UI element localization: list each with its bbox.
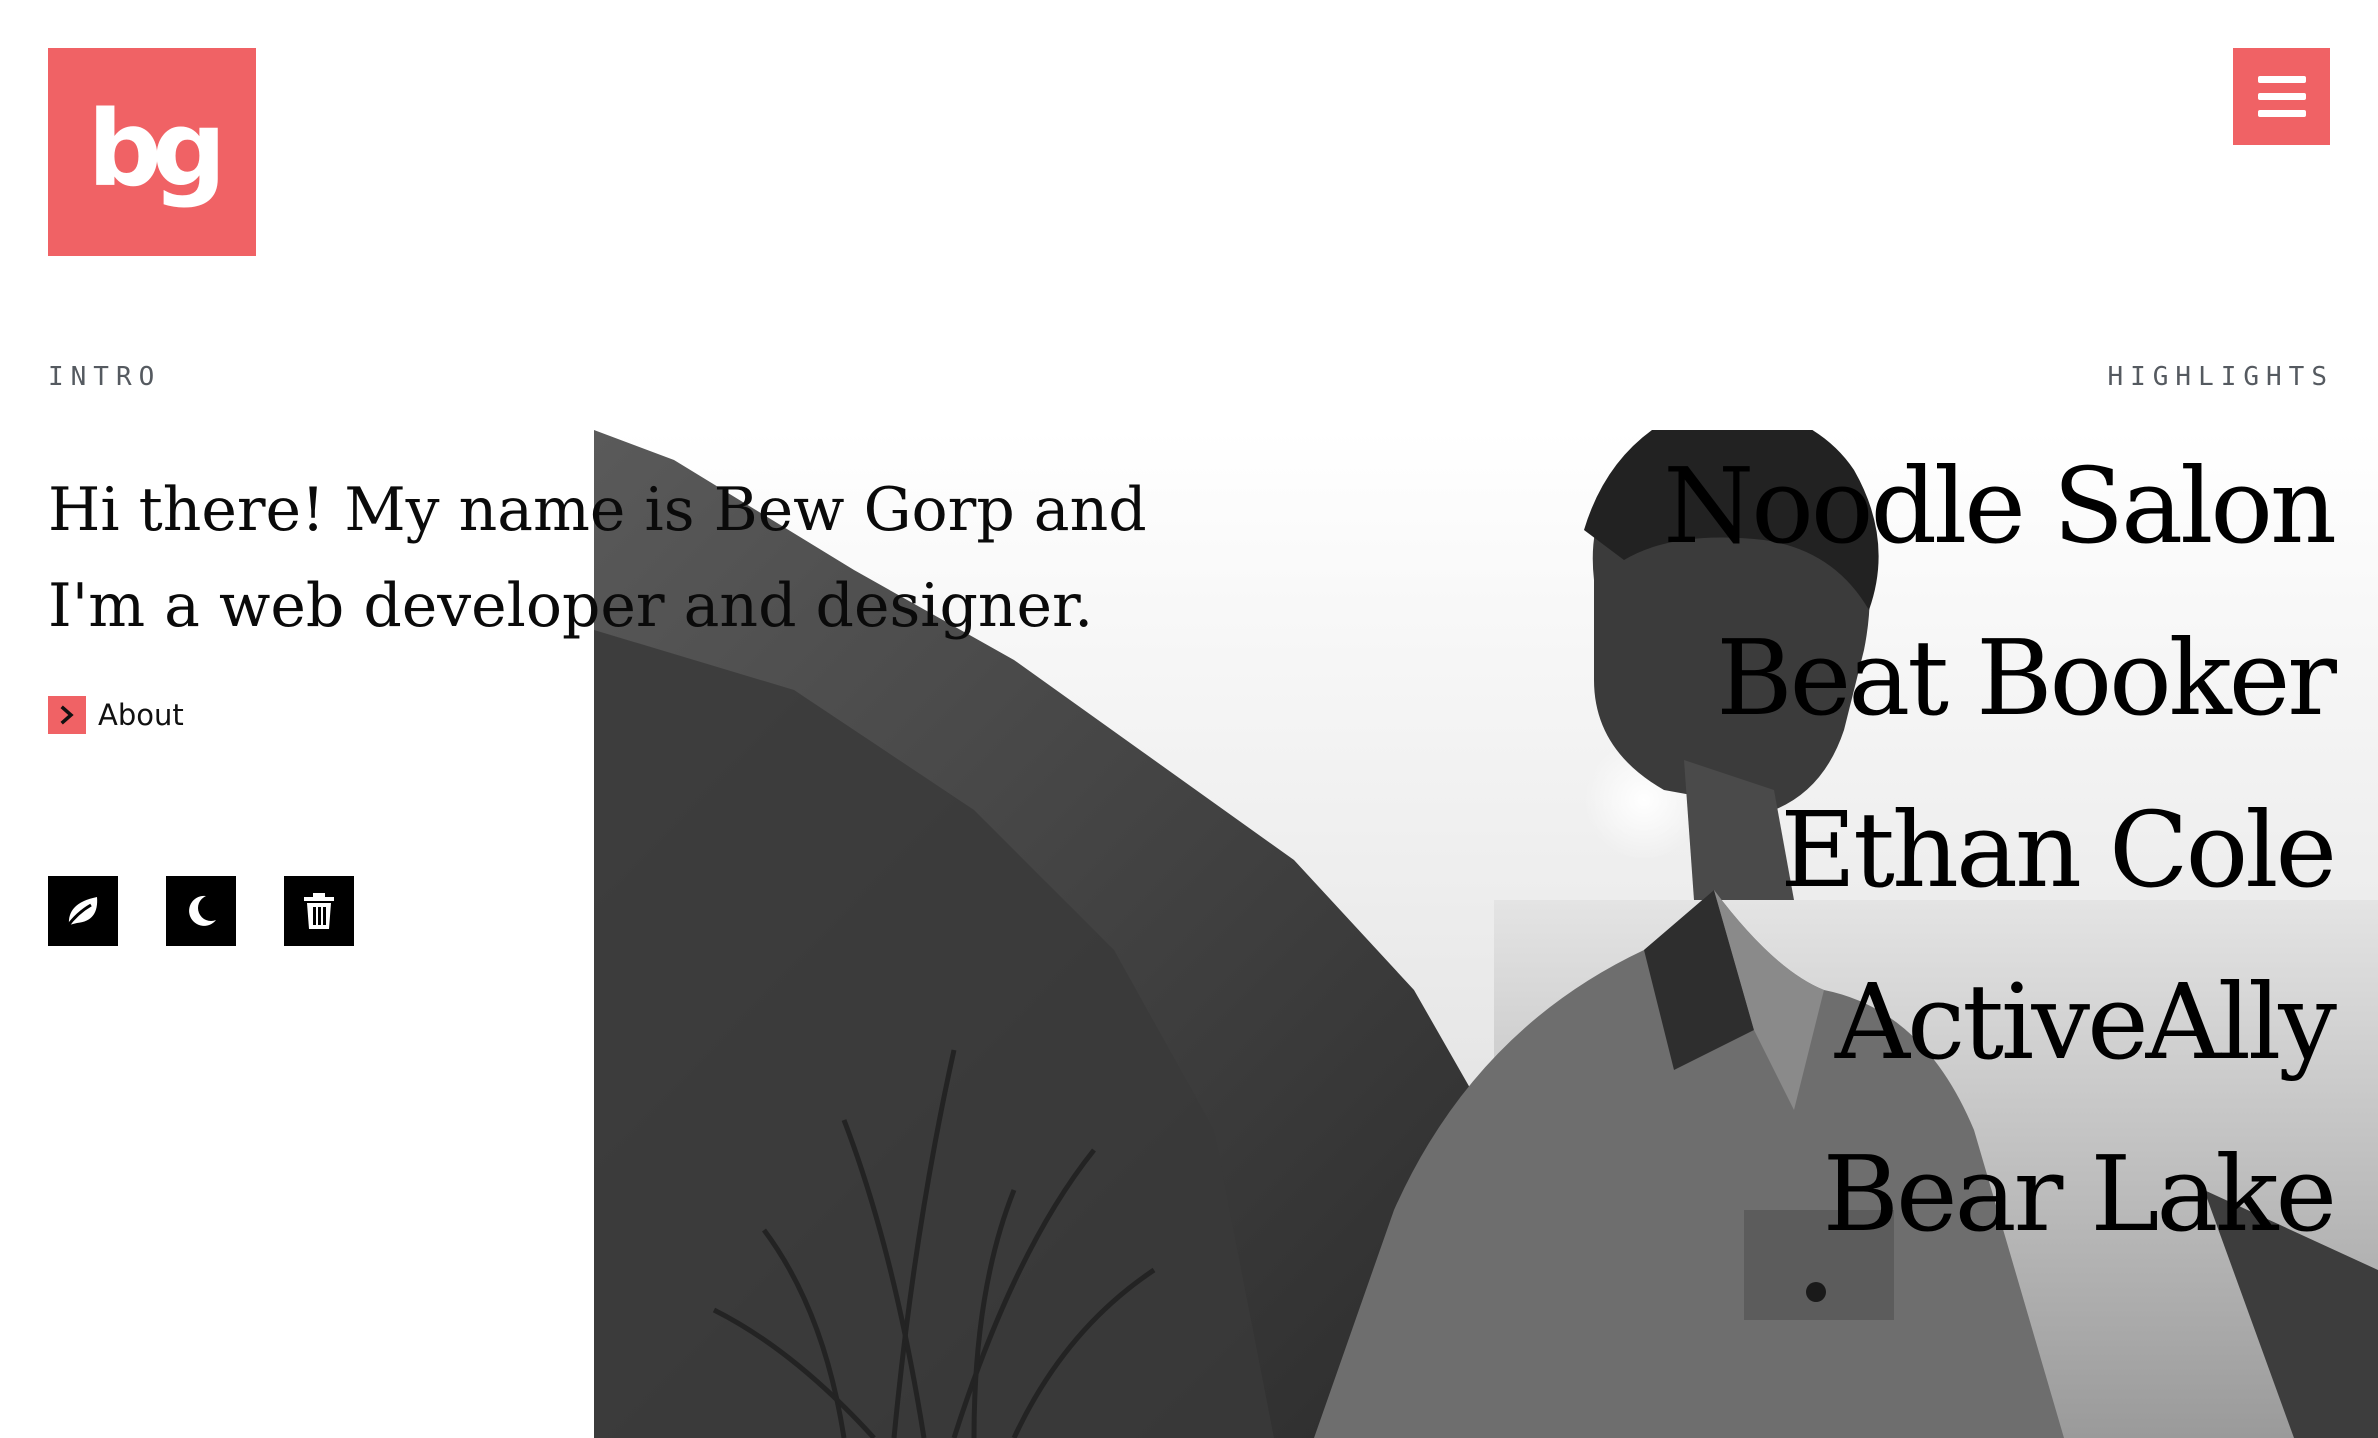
theme-button-dark[interactable] [166, 876, 236, 946]
intro-text: Hi there! My name is Bew Gorp and I'm a … [48, 475, 1147, 641]
moon-icon [189, 895, 216, 926]
highlight-item-beat-booker[interactable]: Beat Booker [1663, 592, 2337, 764]
highlight-item-noodle-salon[interactable]: Noodle Salon [1663, 420, 2337, 592]
theme-button-nature[interactable] [48, 876, 118, 946]
highlight-item-ethan-cole[interactable]: Ethan Cole [1663, 764, 2337, 936]
logo-text: bg [87, 88, 227, 210]
hamburger-icon [2257, 76, 2306, 83]
logo[interactable]: bg [48, 48, 256, 256]
highlight-item-bear-lake[interactable]: Bear Lake [1663, 1108, 2337, 1280]
menu-button[interactable] [2233, 48, 2330, 145]
theme-button-clear[interactable] [284, 876, 354, 946]
highlights-label: HIGHLIGHTS [2107, 362, 2334, 392]
about-link-label: About [98, 698, 184, 732]
highlights-list: Noodle Salon Beat Booker Ethan Cole Acti… [1663, 420, 2337, 1280]
trash-icon [304, 893, 334, 929]
about-link[interactable]: About [48, 696, 184, 734]
theme-buttons [48, 876, 354, 946]
hamburger-icon [2257, 93, 2306, 100]
chevron-right-icon [48, 696, 86, 734]
hamburger-icon [2257, 110, 2306, 117]
highlight-item-activeally[interactable]: ActiveAlly [1663, 936, 2337, 1108]
intro-label: INTRO [48, 362, 162, 392]
leaf-icon [65, 897, 98, 928]
